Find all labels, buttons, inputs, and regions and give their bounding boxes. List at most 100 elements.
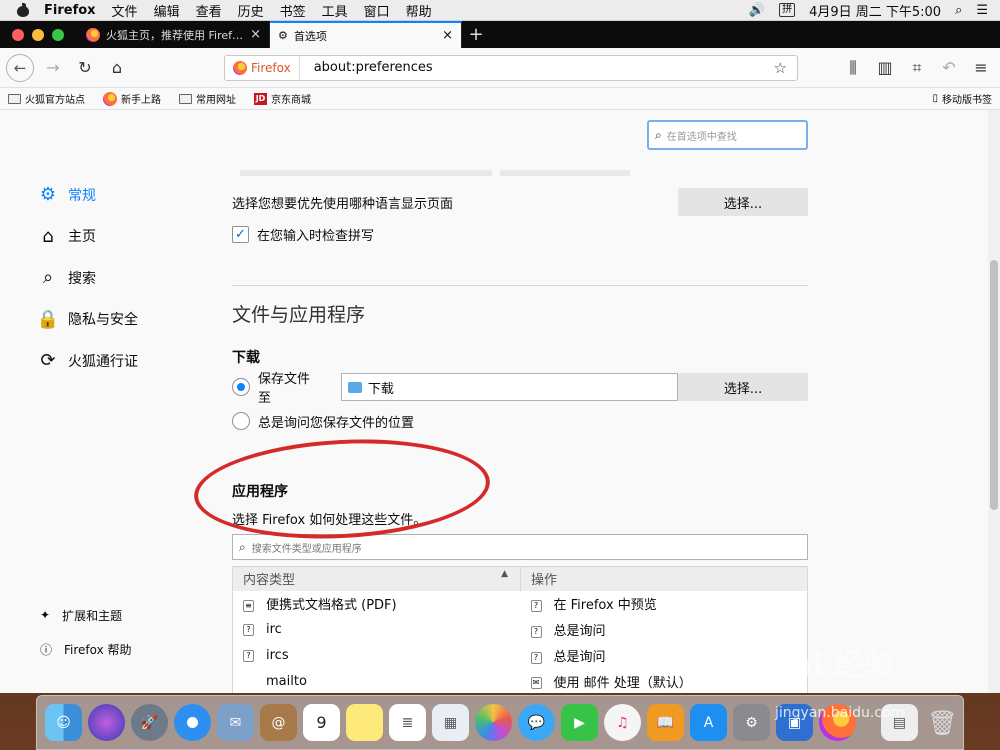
photos-icon[interactable] [475,704,512,741]
tab-firefox-home[interactable]: 火狐主页，推荐使用 Firefox 火狐 × [78,21,270,48]
category-nav: ⚙ 常规 ⌂ 主页 ⌕ 搜索 🔒 隐私与安全 ⟳ 火狐通行证 [37,174,138,382]
menu-window[interactable]: 窗口 [364,1,390,20]
input-method-indicator[interactable]: 拼 [779,3,796,17]
nav-general[interactable]: ⚙ 常规 [38,174,138,216]
launchpad-icon[interactable]: 🚀 [131,704,168,741]
table-row[interactable]: ? ircs ? 总是询问 [233,643,808,669]
menu-history[interactable]: 历史 [238,1,264,20]
search-icon: ⌕ [655,127,662,142]
folder-icon [8,93,21,104]
mobile-bookmarks[interactable]: ▯ 移动版书签 [932,91,992,106]
divider [232,285,808,286]
col-action[interactable]: 操作 [520,566,808,591]
nav-home[interactable]: ⌂ 主页 [38,216,138,258]
identity-box[interactable]: Firefox [225,55,300,80]
notes-icon[interactable] [346,704,383,741]
reminders-icon[interactable]: ≣ [389,704,426,741]
preferences-search-input[interactable]: ⌕ 在首选项中查找 [647,120,808,150]
window-controls [0,21,78,48]
checkbox-checked[interactable]: ✓ [232,225,249,243]
calendar-icon[interactable]: 9 [303,704,340,741]
mail-app-icon[interactable]: ✉ [217,704,254,741]
menu-file[interactable]: 文件 [112,1,138,20]
radio-selected[interactable] [232,378,250,396]
music-icon[interactable]: ♫ [604,704,641,741]
table-row[interactable]: ? irc ? 总是询问 [233,617,808,643]
screenshot-icon[interactable]: ⌗ [902,53,932,83]
finder-icon[interactable]: ☺ [45,704,82,741]
home-button[interactable]: ⌂ [102,53,132,83]
table-row[interactable]: ≡ 便携式文档格式 (PDF) ? 在 Firefox 中预览 [233,591,808,617]
menu-view[interactable]: 查看 [196,1,222,20]
notification-center-icon[interactable]: ☰ [976,3,988,18]
save-to-option[interactable]: 保存文件至 下载 [232,372,679,406]
applications-table: 内容类型 ▲ 操作 ≡ 便携式文档格式 (PDF) ? 在 Firefox 中预览 ?… [232,566,808,693]
undo-icon[interactable]: ↶ [934,53,964,83]
back-button[interactable]: ← [6,53,34,82]
firefox-icon [103,91,117,106]
minimize-window-button[interactable] [32,28,44,41]
preview-icon[interactable]: ▦ [432,704,469,741]
siri-icon[interactable] [88,704,125,741]
page-scrollbar[interactable] [988,110,1000,693]
spotlight-icon[interactable]: ⌕ [955,3,962,18]
trash-icon[interactable]: 🗑 [924,704,961,741]
applications-search-input[interactable]: ⌕ 搜索文件类型或应用程序 [232,534,808,560]
bookmark-item[interactable]: 常用网址 [179,91,236,106]
library-icon[interactable]: ⫼ [838,53,868,83]
zoom-window-button[interactable] [52,28,64,41]
books-icon[interactable]: 📖 [647,704,684,741]
url-bar[interactable]: Firefox about:preferences ☆ [224,54,798,81]
menu-app[interactable]: Firefox [44,3,96,18]
bookmark-star-icon[interactable]: ☆ [774,59,797,77]
menu-bookmarks[interactable]: 书签 [280,1,306,20]
nav-privacy[interactable]: 🔒 隐私与安全 [37,299,138,341]
table-row[interactable]: mailto ✉ 使用 邮件 处理（默认） [233,669,808,694]
hamburger-menu-icon[interactable]: ≡ [966,53,996,83]
nav-sync[interactable]: ⟳ 火狐通行证 [38,340,138,382]
messages-icon[interactable]: 💬 [518,704,555,741]
sync-icon: ⟳ [40,350,56,372]
spellcheck-option[interactable]: ✓ 在您输入时检查拼写 [232,221,808,247]
scrollbar-thumb[interactable] [990,260,998,510]
jd-icon: JD [254,92,267,105]
safari-icon[interactable] [174,704,211,741]
tab-preferences[interactable]: ⚙ 首选项 × [270,21,462,48]
ask-icon: ? [243,649,254,662]
puzzle-icon: ✦ [40,608,51,622]
tab-title: 火狐主页，推荐使用 Firefox 火狐 [106,28,245,42]
contacts-icon[interactable]: @ [260,704,297,741]
sidebar-icon[interactable]: ▥ [870,53,900,83]
url-text[interactable]: about:preferences [300,60,774,75]
bookmark-item[interactable]: 新手上路 [103,91,161,106]
download-choose-button[interactable]: 选择... [678,373,808,401]
clock[interactable]: 4月9日 周二 下午5:00 [809,1,941,20]
close-window-button[interactable] [12,28,24,41]
col-content-type[interactable]: 内容类型 ▲ [232,566,521,591]
nav-label: Firefox 帮助 [64,642,132,657]
bookmark-item[interactable]: JD 京东商城 [254,91,311,106]
menu-help[interactable]: 帮助 [406,1,432,20]
volume-icon[interactable]: 🔊 [749,3,765,18]
nav-addons[interactable]: ✦ 扩展和主题 [40,598,132,632]
app-store-icon[interactable]: A [690,704,727,741]
reload-button[interactable]: ↻ [70,53,100,83]
new-tab-button[interactable]: + [462,21,490,48]
bookmark-label: 火狐官方站点 [25,95,85,106]
forward-button[interactable]: → [38,53,68,83]
radio-unselected[interactable] [232,412,250,430]
nav-help[interactable]: ⓘ Firefox 帮助 [40,632,132,666]
menu-edit[interactable]: 编辑 [154,1,180,20]
download-folder-field[interactable]: 下载 [340,373,679,401]
always-ask-option[interactable]: 总是询问您保存文件的位置 [232,407,808,435]
facetime-icon[interactable]: ▶ [561,704,598,741]
close-tab-icon[interactable]: × [442,28,453,43]
close-tab-icon[interactable]: × [250,27,261,42]
language-choose-button[interactable]: 选择... [678,188,808,216]
bookmark-item[interactable]: 火狐官方站点 [8,91,85,106]
nav-search[interactable]: ⌕ 搜索 [38,257,138,299]
apple-icon[interactable] [16,3,30,17]
system-preferences-icon[interactable]: ⚙ [733,704,770,741]
menu-tools[interactable]: 工具 [322,1,348,20]
ask-icon: ? [530,651,542,664]
